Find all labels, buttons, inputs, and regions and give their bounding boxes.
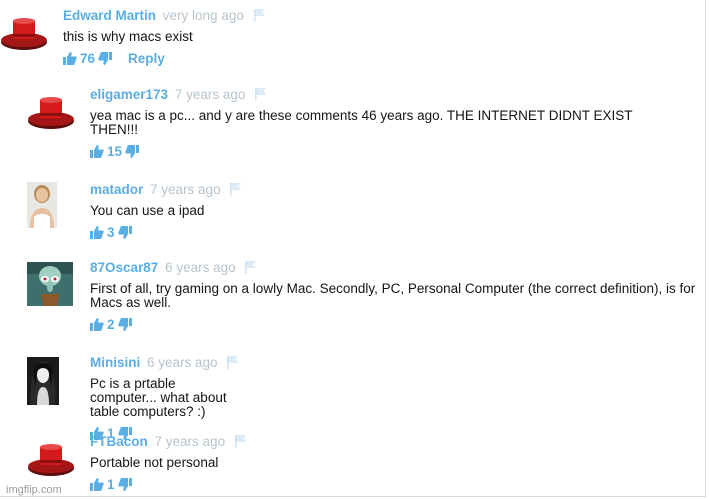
like-count: 2: [107, 317, 115, 332]
red-hat-icon: [1, 18, 47, 50]
comment-text: this is why macs exist: [63, 29, 193, 44]
avatar[interactable]: [0, 16, 47, 60]
username[interactable]: Minisini: [90, 355, 140, 370]
like-count: 15: [107, 144, 123, 159]
like-count: 3: [107, 225, 115, 240]
timestamp: 6 years ago: [165, 260, 236, 275]
thumbs-down-icon[interactable]: [117, 478, 132, 491]
flag-icon[interactable]: [230, 183, 242, 200]
thumbs-up-icon[interactable]: [90, 226, 104, 239]
thumbs-up-icon[interactable]: [63, 52, 77, 65]
dark-hair-avatar: [27, 357, 59, 405]
username[interactable]: matador: [90, 182, 143, 197]
reply-button[interactable]: Reply: [128, 51, 165, 66]
username[interactable]: Edward Martin: [63, 8, 156, 23]
comment-text: First of all, try gaming on a lowly Mac.…: [90, 281, 696, 310]
comment-text: You can use a ipad: [90, 203, 205, 218]
like-count: 76: [80, 51, 96, 66]
comment-text: Portable not personal: [90, 455, 219, 470]
thumbs-up-icon[interactable]: [90, 145, 104, 158]
avatar[interactable]: [27, 95, 74, 139]
red-hat-icon: [28, 97, 74, 129]
flag-icon[interactable]: [234, 435, 246, 452]
comment-text: Pc is a prtable computer... what about t…: [90, 376, 227, 419]
thumbs-down-icon[interactable]: [98, 52, 113, 65]
thumbs-down-icon[interactable]: [117, 318, 132, 331]
red-hat-icon: [28, 444, 74, 476]
username[interactable]: eligamer173: [90, 87, 168, 102]
like-count: 1: [107, 477, 115, 492]
timestamp: 7 years ago: [154, 434, 226, 449]
username[interactable]: 87Oscar87: [90, 260, 158, 275]
timestamp: 6 years ago: [147, 355, 218, 370]
avatar[interactable]: [27, 442, 74, 486]
thumbs-down-icon[interactable]: [125, 145, 140, 158]
comment-text: yea mac is a pc... and y are these comme…: [90, 108, 633, 137]
timestamp: very long ago: [162, 8, 244, 23]
imgflip-watermark: imgflip.com: [6, 484, 62, 496]
squidward-avatar: [27, 262, 73, 306]
timestamp: 7 years ago: [174, 87, 246, 102]
profile-photo-woman: [27, 182, 57, 228]
flag-icon[interactable]: [253, 9, 265, 26]
avatar[interactable]: [27, 357, 71, 405]
avatar[interactable]: [27, 262, 73, 306]
avatar[interactable]: [27, 182, 71, 228]
timestamp: 7 years ago: [150, 182, 221, 197]
thumbs-up-icon[interactable]: [90, 478, 104, 491]
username[interactable]: FTBacon: [90, 434, 148, 449]
flag-icon[interactable]: [227, 356, 239, 373]
flag-icon[interactable]: [255, 88, 267, 105]
thumbs-up-icon[interactable]: [90, 318, 104, 331]
flag-icon[interactable]: [245, 261, 257, 278]
thumbs-down-icon[interactable]: [117, 226, 132, 239]
